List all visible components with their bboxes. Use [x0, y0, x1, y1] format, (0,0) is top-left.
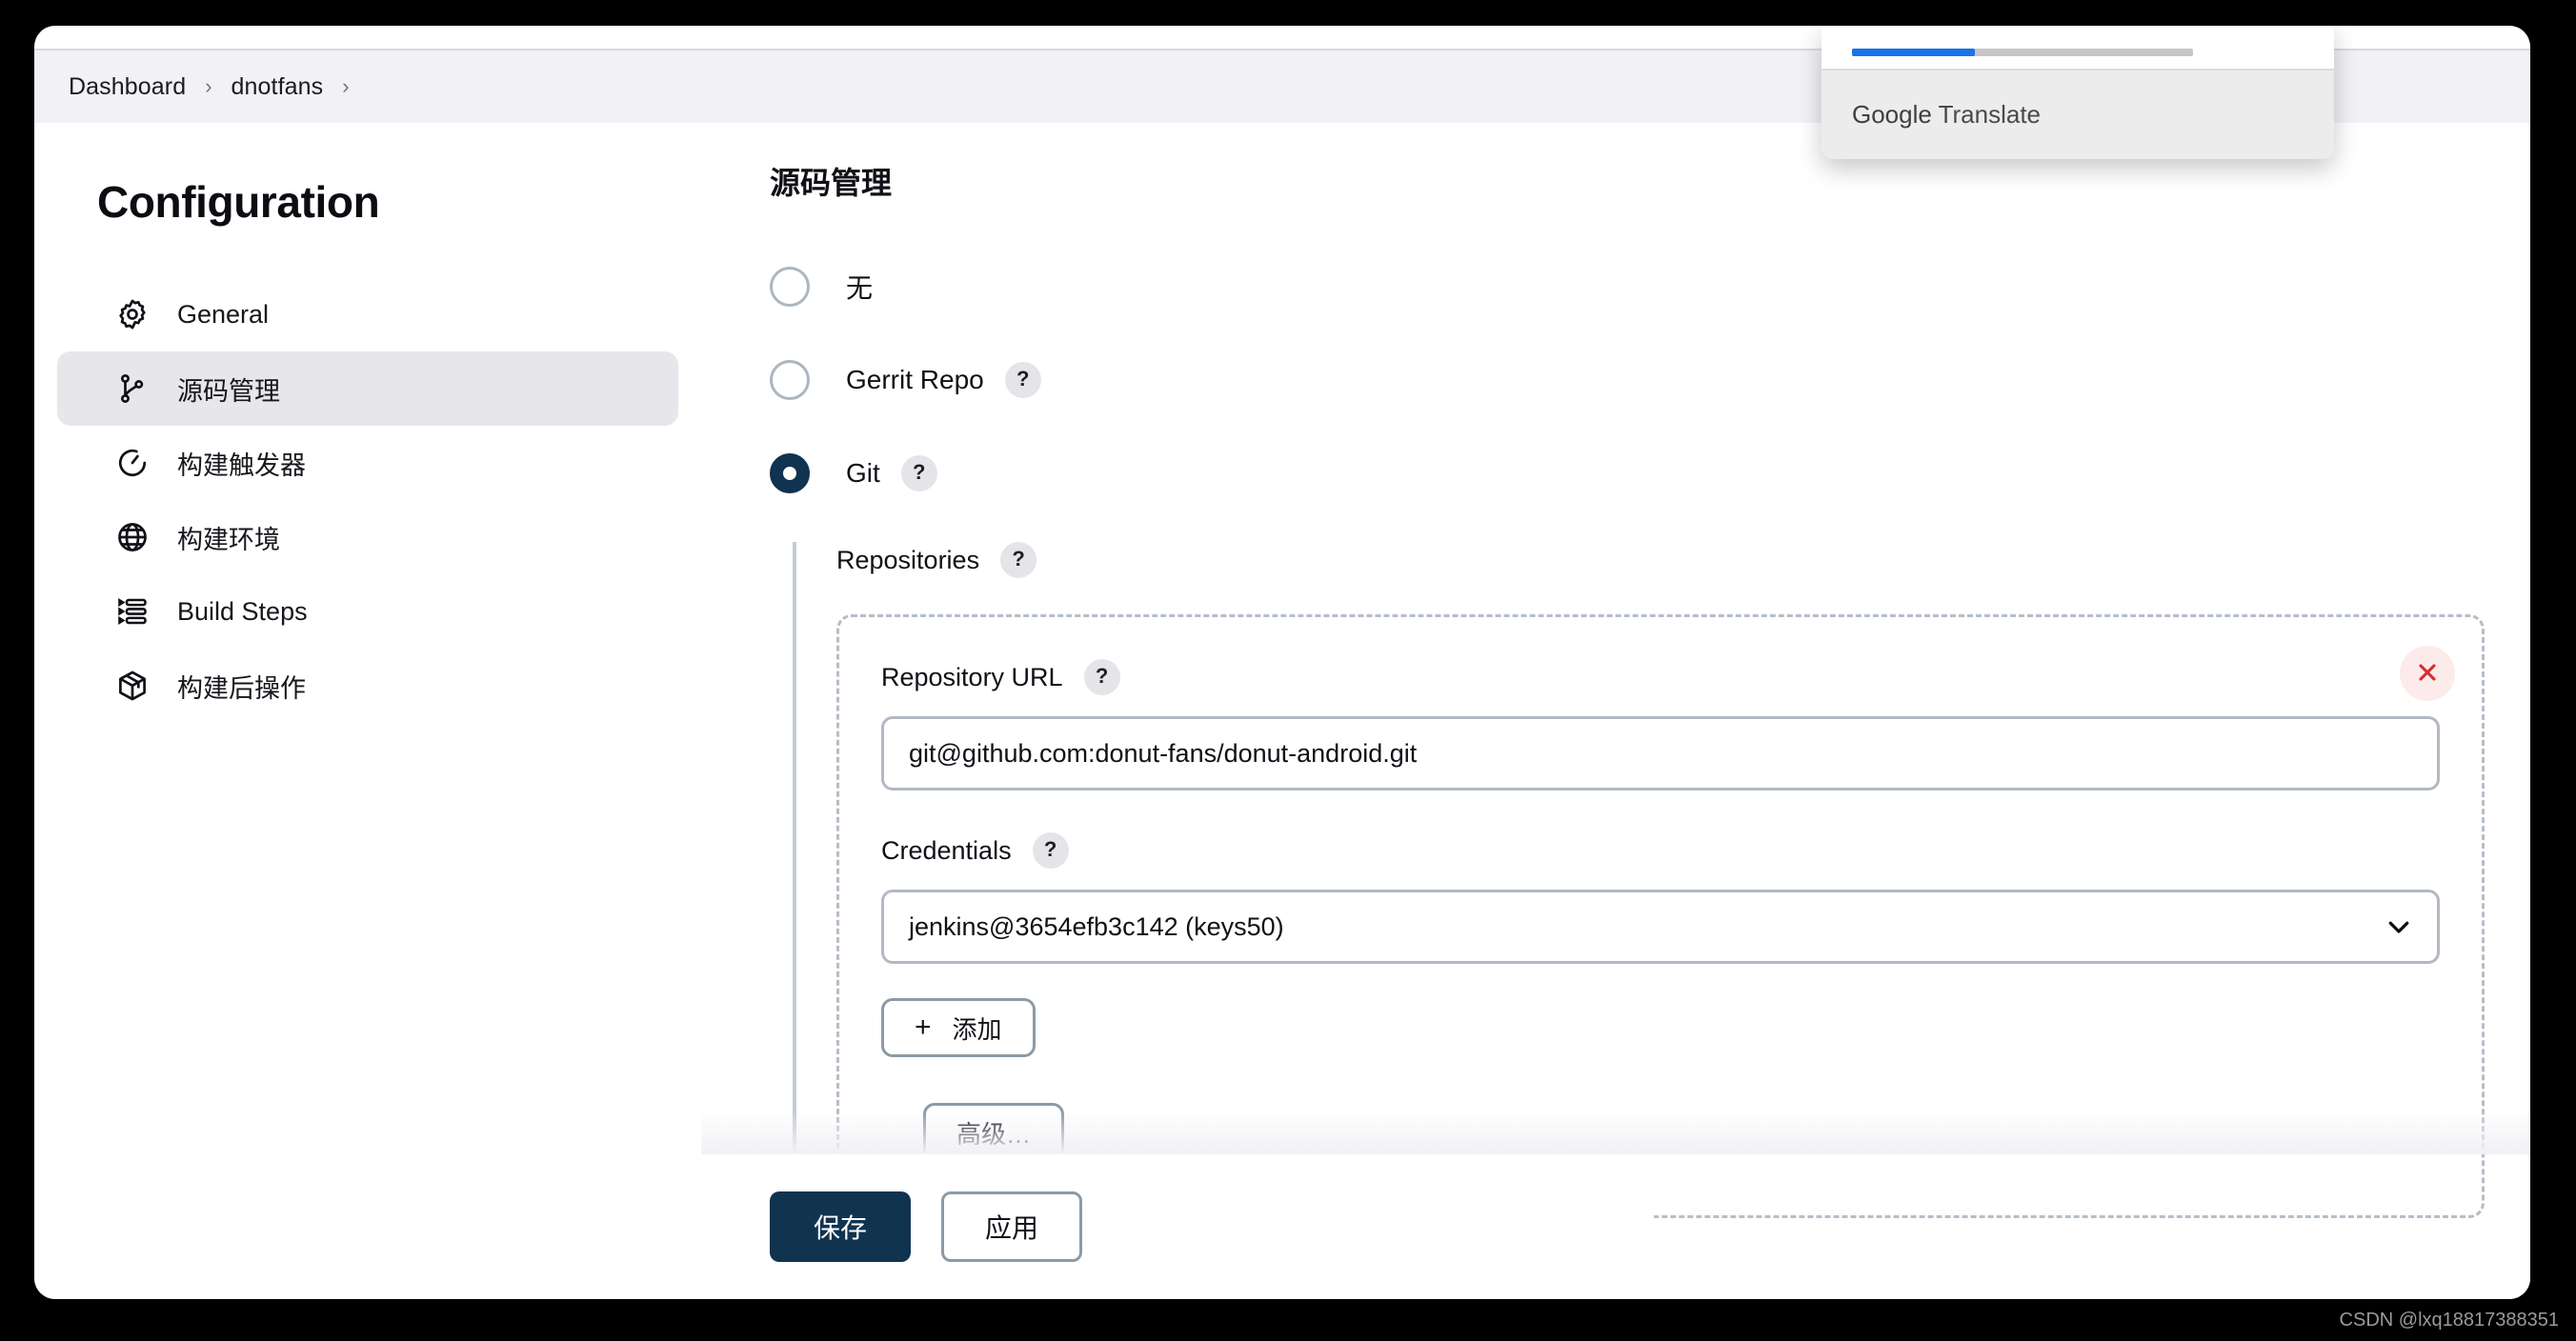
repository-url-input[interactable] — [881, 716, 2440, 791]
scm-radio-group: 无 Gerrit Repo ? Git ? — [770, 262, 2530, 498]
credentials-label: Credentials — [881, 835, 1012, 865]
sidebar: Configuration General 源码管理 构建触发器 构建环境 Bu… — [34, 123, 701, 723]
scm-option-label: 无 — [846, 273, 874, 303]
translate-progress-fill — [1852, 49, 1975, 56]
breadcrumb-item-dashboard[interactable]: Dashboard — [69, 73, 186, 101]
advanced-button-wrap: 高级… — [881, 1069, 2440, 1162]
browser-window: Dashboard › dnotfans › Configuration Gen… — [34, 26, 2530, 1299]
sidebar-item-build-triggers[interactable]: 构建触发器 — [57, 426, 678, 500]
scm-option-gerrit-repo[interactable]: Gerrit Repo ? — [770, 355, 2530, 405]
list-steps-icon — [114, 593, 151, 630]
help-icon-repository-url[interactable]: ? — [1083, 659, 1120, 695]
radio-gerrit-repo[interactable] — [770, 360, 810, 400]
add-credentials-button[interactable]: + 添加 — [881, 998, 1036, 1057]
sidebar-item-post-build-actions[interactable]: 构建后操作 — [57, 649, 678, 723]
package-icon — [114, 668, 151, 704]
scm-option-none[interactable]: 无 — [770, 262, 2530, 311]
page-title: Configuration — [97, 177, 380, 227]
globe-icon — [114, 519, 151, 555]
google-translate-brand: Google Translate — [1852, 100, 2041, 130]
credentials-select[interactable]: jenkins@3654efb3c142 (keys50) — [881, 890, 2440, 964]
credentials-select-wrap: jenkins@3654efb3c142 (keys50) — [881, 890, 2440, 964]
radio-none[interactable] — [770, 267, 810, 307]
help-icon-credentials[interactable]: ? — [1032, 832, 1069, 869]
translate-wordmark: Translate — [1931, 100, 2042, 129]
sidebar-item-label: 构建触发器 — [177, 450, 306, 480]
help-icon-git[interactable]: ? — [900, 455, 937, 491]
save-button[interactable]: 保存 — [770, 1191, 911, 1262]
sidebar-item-label: 构建后操作 — [177, 673, 306, 703]
apply-button[interactable]: 应用 — [941, 1191, 1082, 1262]
repositories-label: Repositories — [836, 545, 980, 574]
source-branch-icon — [114, 370, 151, 407]
translate-progress-track — [1852, 49, 2193, 56]
scm-option-label: Gerrit Repo — [846, 365, 984, 394]
repository-url-label: Repository URL — [881, 662, 1063, 691]
main-content: 源码管理 无 Gerrit Repo ? Git ? Repositories … — [701, 123, 2530, 1299]
advanced-button[interactable]: 高级… — [923, 1103, 1065, 1162]
sidebar-item-label: General — [177, 299, 270, 329]
help-icon-gerrit-repo[interactable]: ? — [1004, 362, 1041, 398]
scm-option-label: Git — [846, 458, 880, 488]
sidebar-item-label: 源码管理 — [177, 376, 280, 406]
sidebar-item-label: 构建环境 — [177, 525, 280, 554]
help-icon-repositories[interactable]: ? — [1000, 542, 1037, 578]
translate-popup-footer: Google Translate — [1821, 69, 2334, 159]
watermark: CSDN @lxq18817388351 — [2339, 1310, 2559, 1331]
body-area: Configuration General 源码管理 构建触发器 构建环境 Bu… — [34, 123, 2530, 1299]
sidebar-item-build-steps[interactable]: Build Steps — [57, 574, 678, 649]
scm-panel: 源码管理 无 Gerrit Repo ? Git ? Repositories … — [701, 123, 2530, 1218]
add-credentials-label: 添加 — [952, 1014, 1002, 1044]
breadcrumb-separator-icon: › — [205, 74, 212, 98]
google-translate-popup[interactable]: Google Translate — [1821, 26, 2334, 159]
sidebar-item-source-code-management[interactable]: 源码管理 — [57, 351, 678, 426]
section-title: 源码管理 — [770, 166, 893, 200]
remove-repository-button[interactable] — [2400, 646, 2455, 701]
repository-url-label-row: Repository URL ? — [881, 659, 2440, 695]
google-wordmark: Google — [1852, 100, 1932, 129]
form-footer: 保存 应用 — [701, 1154, 1654, 1299]
plus-icon: + — [915, 1011, 932, 1043]
breadcrumb-separator-icon-2: › — [342, 74, 350, 98]
clock-icon — [114, 445, 151, 481]
gear-icon — [114, 296, 151, 332]
sidebar-item-build-environment[interactable]: 构建环境 — [57, 500, 678, 574]
git-config-block: Repositories ? Repository URL ? git@gith… — [793, 542, 2530, 1218]
repositories-label-row: Repositories ? — [836, 542, 2530, 578]
sidebar-item-general[interactable]: General — [57, 277, 678, 351]
breadcrumb-item-dnotfans[interactable]: dnotfans — [231, 73, 324, 101]
sidebar-item-label: Build Steps — [177, 596, 308, 626]
radio-git[interactable] — [770, 453, 810, 493]
credentials-label-row: Credentials ? — [881, 832, 2440, 869]
repository-card: Repository URL ? Credentials ? jenkins@3… — [836, 614, 2485, 1218]
scm-option-git[interactable]: Git ? — [770, 449, 2530, 498]
close-icon — [2414, 659, 2441, 689]
sidebar-nav: General 源码管理 构建触发器 构建环境 Build Steps 构建后操… — [34, 277, 701, 723]
credentials-selected-value: jenkins@3654efb3c142 (keys50) — [909, 911, 1284, 941]
